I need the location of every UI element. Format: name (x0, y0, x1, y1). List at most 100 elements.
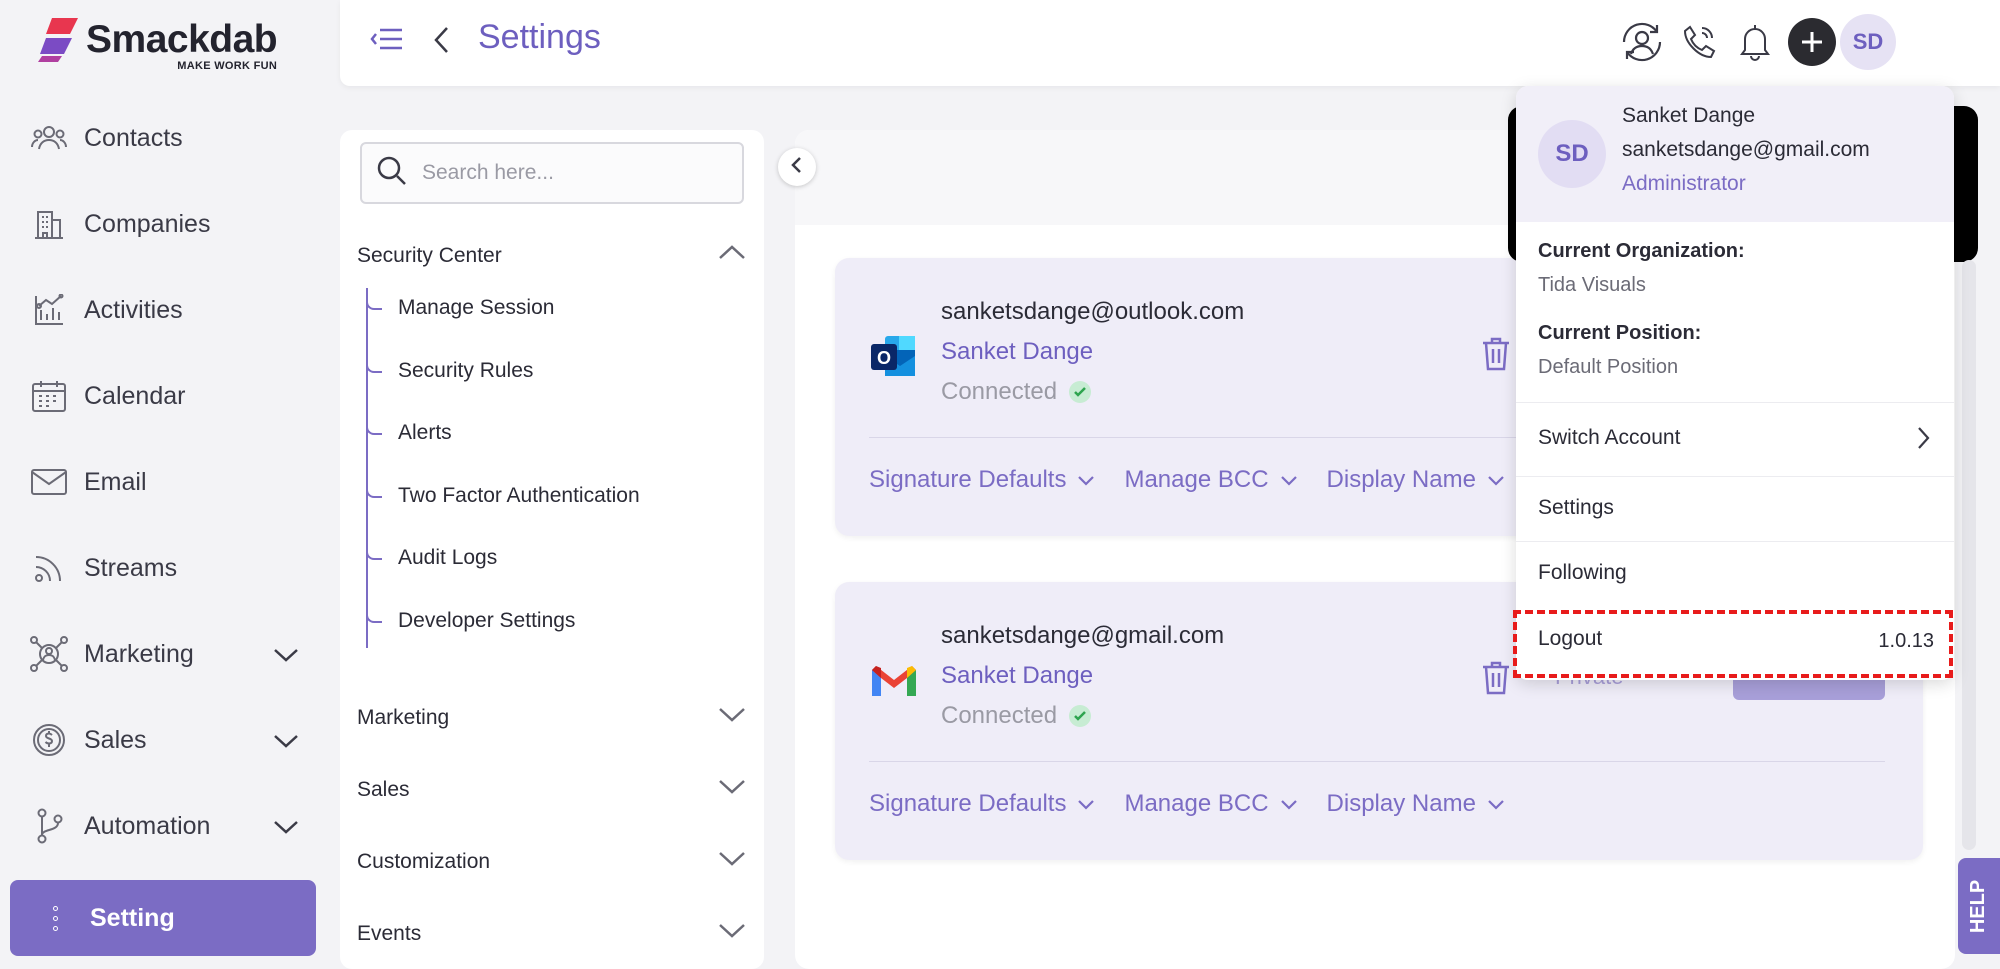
sidebar-item-email[interactable]: Email (30, 460, 310, 504)
chevron-down-icon[interactable] (717, 704, 747, 730)
card-divider (869, 761, 1885, 762)
current-position-label: Current Position: (1538, 322, 1702, 344)
sidebar-item-label: Calendar (84, 381, 186, 410)
sidebar-item-label: Automation (84, 811, 211, 840)
sidebar-item-activities[interactable]: Activities (30, 288, 310, 332)
manage-bcc-dropdown[interactable]: Manage BCC (1124, 790, 1298, 818)
chevron-down-icon[interactable] (717, 920, 747, 946)
streams-icon (30, 549, 68, 587)
profile-email: sanketsdange@gmail.com (1622, 138, 1870, 161)
check-circle-icon (1069, 381, 1092, 403)
tree-item-security-rules[interactable]: Security Rules (366, 353, 746, 393)
following-menu-item[interactable]: Following (1538, 555, 1938, 591)
section-marketing[interactable]: Marketing (357, 698, 747, 738)
search-box[interactable] (360, 142, 744, 204)
sidebar-item-setting[interactable]: Setting (10, 880, 316, 956)
sidebar-item-marketing[interactable]: Marketing (30, 632, 310, 676)
menu-divider (1516, 541, 1954, 542)
section-sales[interactable]: Sales (357, 770, 747, 810)
chevron-down-icon (1076, 790, 1096, 818)
plus-icon[interactable] (1788, 18, 1836, 66)
scrollbar[interactable] (1962, 260, 1976, 850)
account-status: Connected (941, 378, 1092, 406)
contacts-icon (30, 119, 68, 157)
collapse-panel-button[interactable] (778, 148, 816, 186)
gmail-icon (869, 656, 919, 706)
display-name-dropdown[interactable]: Display Name (1327, 790, 1506, 818)
back-icon[interactable] (430, 22, 454, 63)
account-status: Connected (941, 702, 1092, 730)
current-organization-label: Current Organization: (1538, 240, 1745, 262)
profile-header: SD Sanket Dange sanketsdange@gmail.com A… (1516, 86, 1954, 222)
settings-menu-item[interactable]: Settings (1538, 490, 1938, 526)
section-security-center[interactable]: Security Center (357, 236, 747, 276)
menu-divider (1516, 476, 1954, 477)
profile-name: Sanket Dange (1622, 104, 1756, 127)
chevron-down-icon[interactable] (717, 776, 747, 802)
chevron-down-icon (1486, 790, 1506, 818)
left-sidebar: Smackdab MAKE WORK FUN Contacts Companie… (0, 0, 340, 969)
chevron-down-icon (1279, 466, 1299, 494)
sidebar-item-label: Contacts (84, 123, 183, 152)
tree-item-alerts[interactable]: Alerts (366, 415, 746, 455)
phone-icon[interactable] (1674, 18, 1722, 66)
top-bar: Settings SD (340, 0, 2000, 86)
current-position-value: Default Position (1538, 356, 1679, 378)
chevron-down-icon[interactable] (717, 848, 747, 874)
sidebar-item-label: Activities (84, 295, 183, 324)
sidebar-item-automation[interactable]: Automation (30, 804, 310, 848)
tree-item-two-factor-authentication[interactable]: Two Factor Authentication (366, 478, 746, 518)
chevron-down-icon (1279, 790, 1299, 818)
sidebar-item-sales[interactable]: Sales (30, 718, 310, 762)
sidebar-item-label: Streams (84, 553, 178, 582)
manage-bcc-dropdown[interactable]: Manage BCC (1124, 466, 1298, 494)
avatar[interactable]: SD (1840, 14, 1896, 70)
sidebar-item-companies[interactable]: Companies (30, 202, 310, 246)
account-email: sanketsdange@gmail.com (941, 622, 1225, 649)
signature-defaults-dropdown[interactable]: Signature Defaults (869, 466, 1096, 494)
menu-collapse-icon[interactable] (368, 20, 408, 63)
chevron-right-icon (1914, 424, 1932, 458)
delete-icon[interactable] (1481, 336, 1511, 377)
sidebar-item-contacts[interactable]: Contacts (30, 116, 310, 160)
tree-item-audit-logs[interactable]: Audit Logs (366, 540, 746, 580)
section-customization[interactable]: Customization (357, 842, 747, 882)
chevron-down-icon[interactable] (272, 814, 300, 843)
chevron-left-icon (789, 155, 805, 180)
sales-icon (30, 721, 68, 759)
menu-divider (1516, 402, 1954, 403)
chevron-up-icon[interactable] (717, 242, 747, 268)
activities-icon (30, 291, 68, 329)
sidebar-item-calendar[interactable]: Calendar (30, 374, 310, 418)
user-sync-icon[interactable] (1618, 18, 1666, 66)
switch-account-menu-item[interactable]: Switch Account (1538, 420, 1938, 456)
outlook-icon: O (869, 332, 919, 382)
check-circle-icon (1069, 705, 1092, 727)
signature-defaults-dropdown[interactable]: Signature Defaults (869, 790, 1096, 818)
tree-item-developer-settings[interactable]: Developer Settings (366, 603, 746, 643)
delete-icon[interactable] (1481, 660, 1511, 701)
chevron-down-icon[interactable] (272, 728, 300, 757)
account-options: Signature Defaults Manage BCC Display Na… (869, 790, 1506, 818)
tree-item-manage-session[interactable]: Manage Session (366, 290, 746, 330)
help-tab[interactable]: HELP (1958, 858, 2000, 954)
search-input[interactable] (422, 161, 722, 185)
email-icon (30, 463, 68, 501)
sidebar-item-streams[interactable]: Streams (30, 546, 310, 590)
account-name: Sanket Dange (941, 662, 1094, 689)
bell-icon[interactable] (1731, 18, 1779, 66)
marketing-icon (30, 635, 68, 673)
current-organization-value: Tida Visuals (1538, 274, 1646, 296)
sidebar-item-label: Marketing (84, 639, 194, 668)
chevron-down-icon[interactable] (272, 642, 300, 671)
tree-connector (366, 288, 368, 648)
avatar: SD (1538, 120, 1606, 188)
smackdab-logo-icon (38, 16, 84, 64)
brand-logo[interactable]: Smackdab MAKE WORK FUN (38, 12, 278, 72)
section-events[interactable]: Events (357, 914, 747, 954)
display-name-dropdown[interactable]: Display Name (1327, 466, 1506, 494)
brand-name: Smackdab (86, 18, 278, 61)
sidebar-item-label: Email (84, 467, 147, 496)
companies-icon (30, 205, 68, 243)
chevron-down-icon (1486, 466, 1506, 494)
